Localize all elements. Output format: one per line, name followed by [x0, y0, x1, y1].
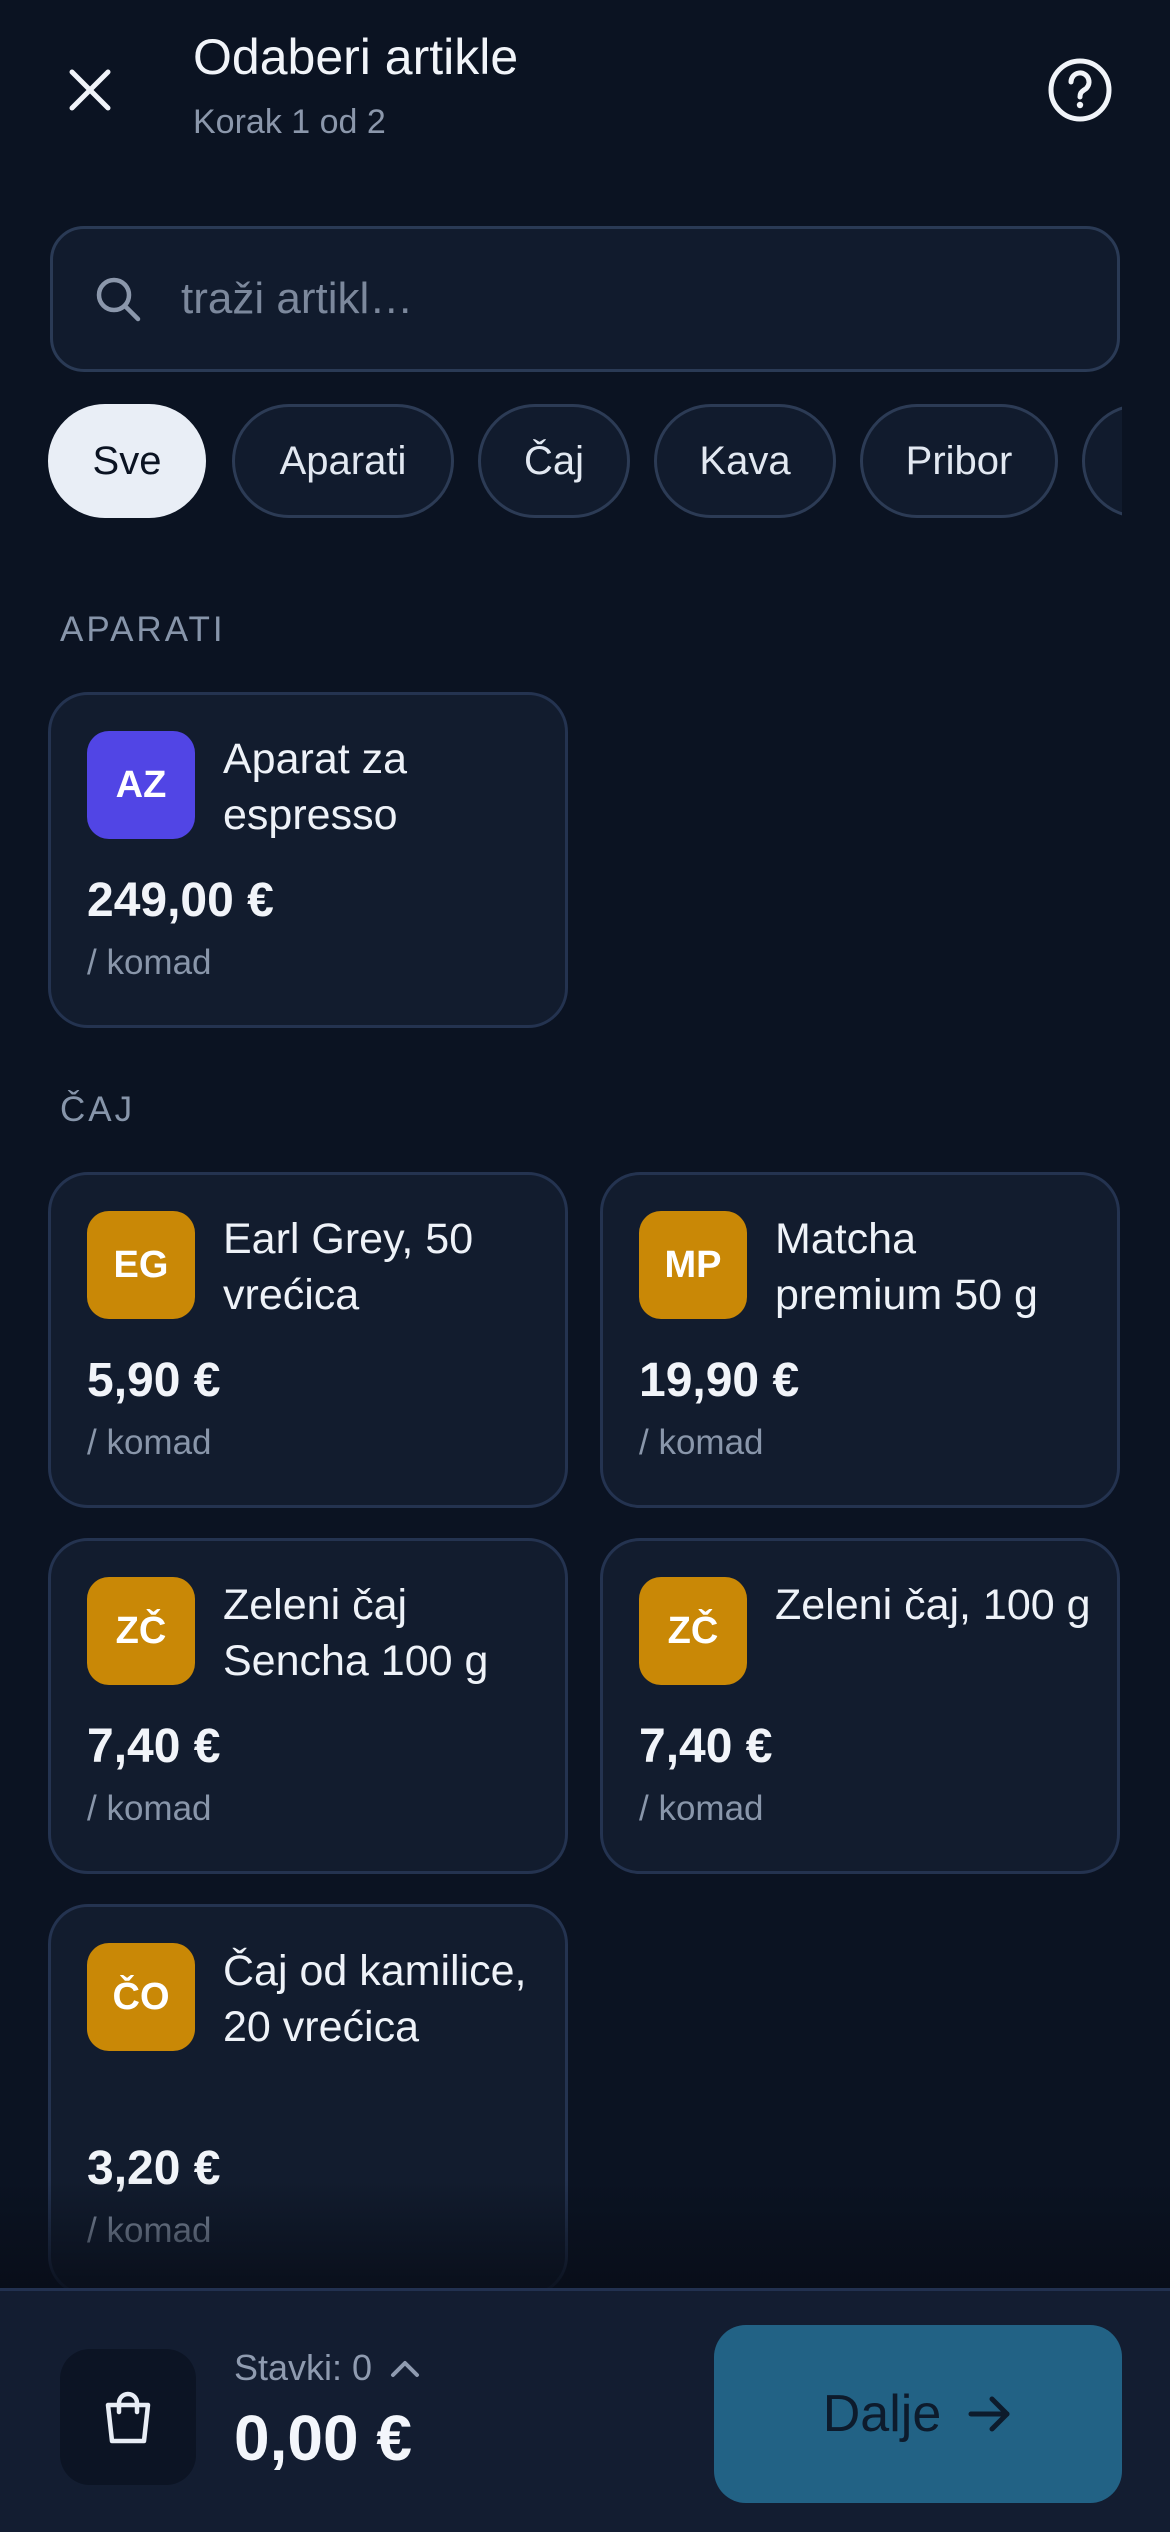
product-name: Aparat za espresso [223, 735, 408, 839]
product-name: Čaj od kamilice, 20 vrećica [223, 1947, 527, 2051]
product-unit: / komad [87, 943, 212, 982]
chevron-up-icon [391, 2361, 420, 2377]
product-avatar: ZČ [639, 1577, 747, 1685]
items-count: Stavki: 0 [234, 2347, 373, 2388]
order-total: 0,00 € [234, 2402, 412, 2474]
filter-chip-kava[interactable]: Kava [654, 404, 836, 518]
filter-chip-more[interactable] [1082, 404, 1122, 518]
close-icon [69, 69, 111, 111]
product-price: 249,00 € [87, 874, 274, 927]
filter-chip-pribor[interactable]: Pribor [860, 404, 1058, 518]
product-avatar: EG [87, 1211, 195, 1319]
product-avatar: ČO [87, 1943, 195, 2051]
help-circle-icon [1048, 58, 1112, 122]
search-icon [96, 277, 141, 322]
product-name: Matcha premium 50 g [775, 1215, 1038, 1319]
filter-chip-caj[interactable]: Čaj [478, 404, 630, 518]
product-unit: / komad [639, 1423, 764, 1462]
product-name: Earl Grey, 50 vrećica [223, 1215, 474, 1319]
product-price: 7,40 € [639, 1720, 773, 1773]
step-indicator: Korak 1 od 2 [193, 103, 386, 141]
search-input[interactable] [181, 274, 1117, 324]
product-avatar: ZČ [87, 1577, 195, 1685]
product-card[interactable]: EG Earl Grey, 50 vrećica 5,90 € / komad [48, 1172, 568, 1508]
cart-button[interactable] [60, 2349, 196, 2485]
header: Odaberi artikle Korak 1 od 2 [0, 0, 1170, 200]
product-unit: / komad [87, 2211, 212, 2250]
close-button[interactable] [50, 45, 130, 135]
product-price: 7,40 € [87, 1720, 221, 1773]
product-avatar: MP [639, 1211, 747, 1319]
filter-chip-sve[interactable]: Sve [48, 404, 206, 518]
search-bar[interactable] [50, 226, 1120, 372]
product-card[interactable]: MP Matcha premium 50 g 19,90 € / komad [600, 1172, 1120, 1508]
product-price: 5,90 € [87, 1354, 221, 1407]
footer-bar: Stavki: 0 0,00 € Dalje [0, 2288, 1170, 2532]
next-button[interactable]: Dalje [714, 2325, 1122, 2503]
product-card[interactable]: ZČ Zeleni čaj Sencha 100 g 7,40 € / koma… [48, 1538, 568, 1874]
product-avatar: AZ [87, 731, 195, 839]
category-filters: Sve Aparati Čaj Kava Pribor [48, 404, 1122, 520]
product-card[interactable]: ČO Čaj od kamilice, 20 vrećica 3,20 € / … [48, 1904, 568, 2296]
product-price: 19,90 € [639, 1354, 800, 1407]
product-unit: / komad [87, 1423, 212, 1462]
product-price: 3,20 € [87, 2142, 221, 2195]
product-card[interactable]: AZ Aparat za espresso 249,00 € / komad [48, 692, 568, 1028]
items-count-toggle[interactable]: Stavki: 0 [234, 2347, 420, 2389]
shopping-bag-icon [105, 2391, 151, 2444]
help-button[interactable] [1040, 50, 1120, 130]
section-label-aparati: APARATI [60, 610, 226, 649]
next-button-label: Dalje [822, 2385, 942, 2443]
section-label-caj: ČAJ [60, 1090, 136, 1129]
product-unit: / komad [87, 1789, 212, 1828]
product-unit: / komad [639, 1789, 764, 1828]
page-title: Odaberi artikle [193, 29, 519, 85]
filter-chip-aparati[interactable]: Aparati [232, 404, 454, 518]
arrow-right-icon [968, 2396, 1010, 2432]
product-card[interactable]: ZČ Zeleni čaj, 100 g 7,40 € / komad [600, 1538, 1120, 1874]
product-name: Zeleni čaj Sencha 100 g [223, 1581, 489, 1685]
product-name: Zeleni čaj, 100 g [775, 1581, 1091, 1629]
